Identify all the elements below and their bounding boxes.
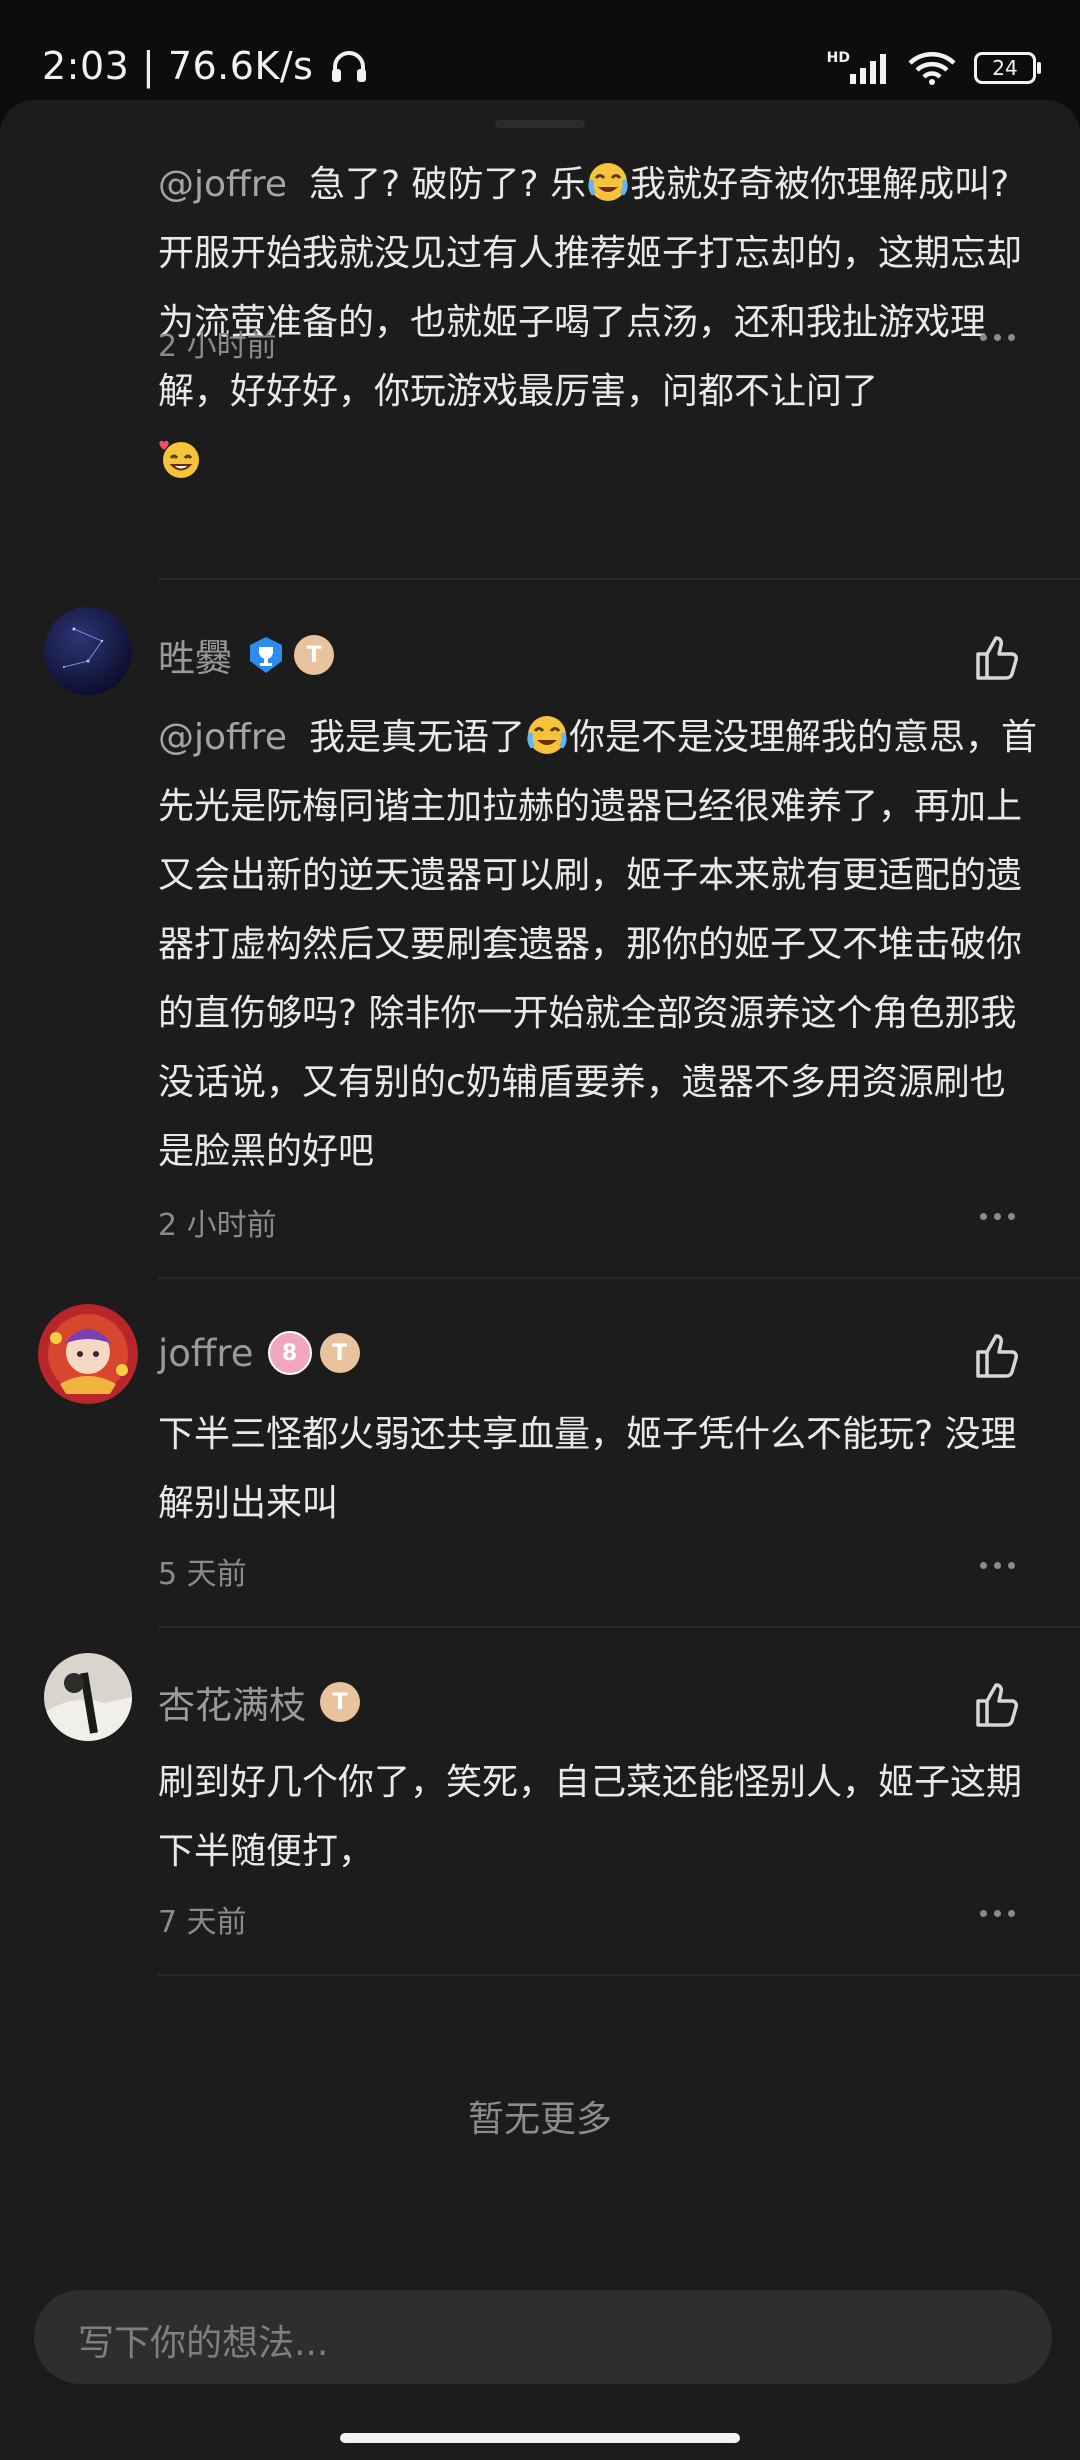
comment-text: @joffre 我是真无语了 你是不是没理解我的意思，首先光是阮梅同谐主加拉赫的遗器… [158, 703, 1038, 1186]
more-options-button[interactable] [980, 1213, 1015, 1220]
crying-laughing-emoji-icon [588, 163, 628, 201]
more-options-button[interactable] [980, 1562, 1015, 1569]
like-icon[interactable] [970, 1677, 1026, 1733]
level-badge-icon: T [319, 1333, 360, 1373]
divider [158, 1974, 1080, 1976]
avatar-image [44, 607, 132, 695]
avatar-image [38, 1304, 138, 1404]
avatar[interactable] [44, 1653, 132, 1741]
status-time: 2:03 | 76.6K/s [42, 44, 368, 88]
user-name[interactable]: 杏花满枝 [158, 1675, 306, 1729]
divider [158, 1277, 1080, 1279]
mention-link[interactable]: @joffre [158, 717, 287, 758]
mention-link[interactable]: @joffre [158, 164, 287, 205]
hd-label: HD [826, 50, 850, 66]
comment-input[interactable]: 写下你的想法... [34, 2290, 1052, 2384]
more-options-button[interactable] [980, 334, 1015, 341]
status-icons: HD 24 [826, 48, 1041, 88]
comment-time: 5 天前 [158, 1557, 247, 1592]
comment-header: joffre 8 T [158, 1323, 360, 1383]
comment-text: 下半三怪都火弱还共享血量，姬子凭什么不能玩? 没理解别出来叫 [158, 1414, 1017, 1524]
divider [158, 578, 1080, 580]
comment-header: 甠爨 T [158, 625, 334, 685]
avatar[interactable] [44, 607, 132, 695]
input-placeholder: 写下你的想法... [78, 2323, 329, 2364]
like-icon[interactable] [970, 1328, 1026, 1384]
no-more-label: 暂无更多 [467, 2099, 612, 2140]
comment-time: 2 小时前 [158, 329, 277, 364]
divider [158, 1626, 1080, 1628]
like-icon[interactable] [970, 630, 1026, 686]
trophy-badge-icon [250, 637, 282, 673]
level-badge-icon: T [320, 1682, 360, 1722]
comment-text: @joffre 急了? 破防了? 乐我就好奇被你理解成叫? 开服开始我就没见过有人… [158, 150, 1038, 495]
crying-laughing-emoji-icon [527, 716, 567, 754]
drag-handle[interactable] [495, 120, 585, 128]
user-name[interactable]: 甠爨 [158, 628, 232, 682]
comment-time: 7 天前 [158, 1905, 247, 1940]
network-speed: 76.6K/s [167, 44, 314, 88]
level-badge-icon: T [294, 635, 334, 675]
comment-text: 刷到好几个你了，笑死，自己菜还能怪别人，姬子这期下半随便打， [158, 1762, 1023, 1872]
battery-icon: 24 [974, 52, 1041, 84]
status-bar: 2:03 | 76.6K/s HD 24 [0, 0, 1080, 100]
user-name[interactable]: joffre [158, 1332, 254, 1375]
more-options-button[interactable] [980, 1910, 1015, 1917]
home-indicator[interactable] [340, 2433, 740, 2443]
avatar[interactable] [38, 1304, 138, 1404]
comment-time: 2 小时前 [158, 1208, 277, 1243]
heart-grin-emoji-icon [159, 440, 199, 478]
headphones-icon [332, 51, 367, 82]
signal-icon [850, 54, 886, 84]
battery-level: 24 [992, 56, 1018, 80]
avatar-image [44, 1653, 132, 1741]
fan-level-badge-icon: 8 [267, 1331, 312, 1375]
clock-text: 2:03 [42, 44, 130, 88]
wifi-icon [908, 52, 956, 85]
comment-header: 杏花满枝 T [158, 1672, 360, 1732]
